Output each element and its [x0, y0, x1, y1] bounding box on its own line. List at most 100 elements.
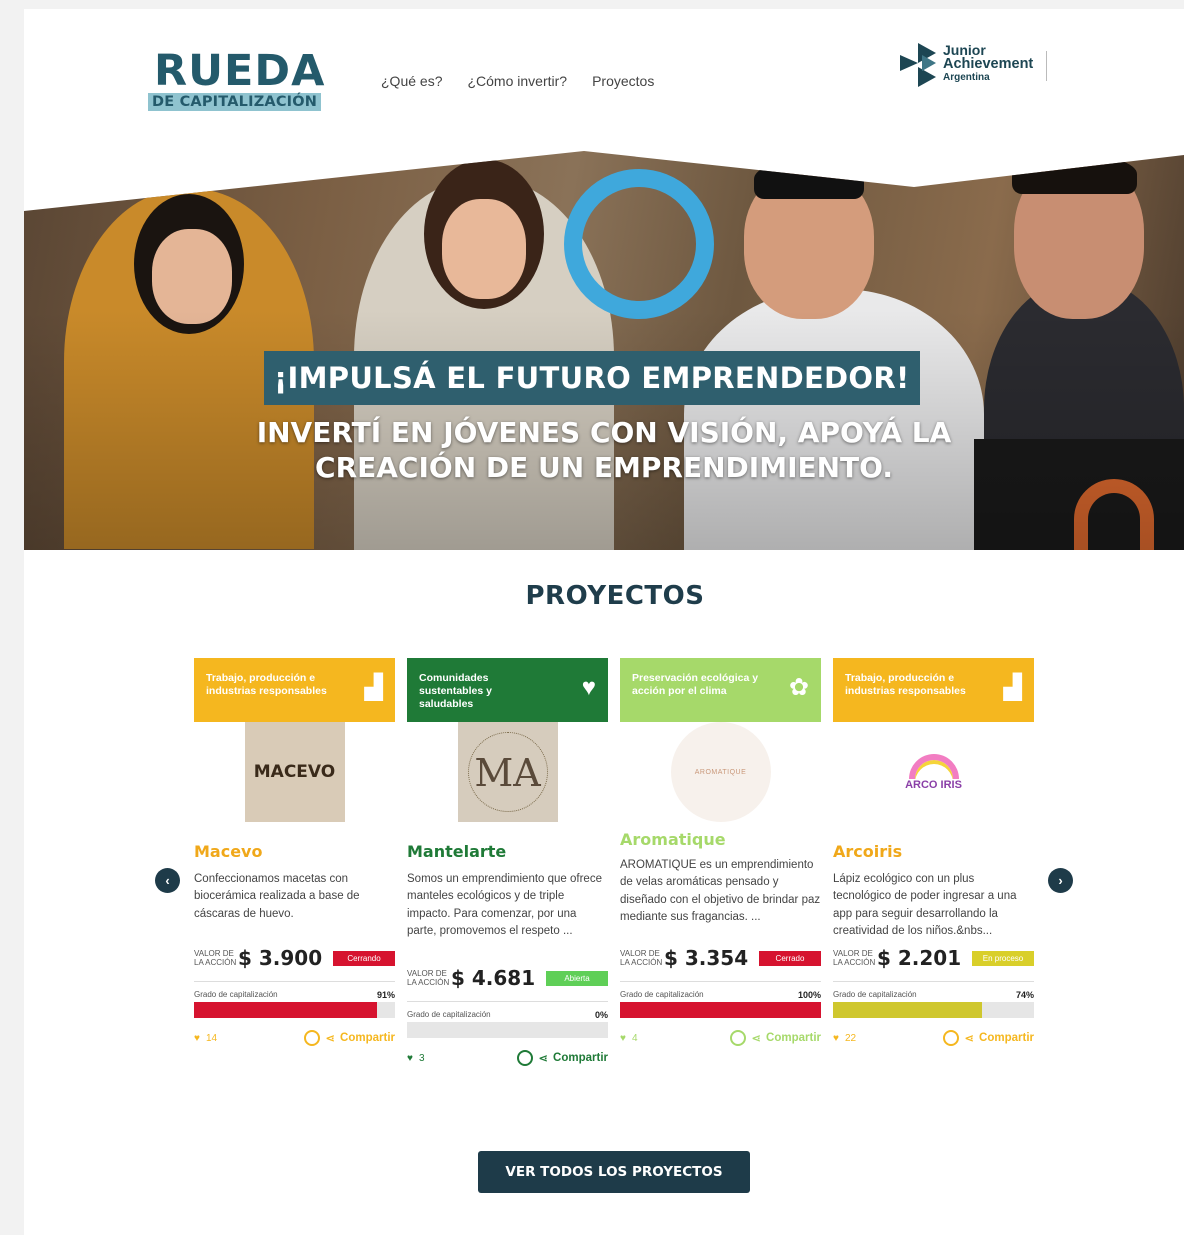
- status-badge: Abierta: [546, 970, 608, 986]
- value-label: VALOR DE LA ACCIÓN: [833, 949, 876, 967]
- whatsapp-icon: [517, 1050, 534, 1066]
- share-button[interactable]: ⋖ Compartir: [517, 1050, 608, 1066]
- plant-hand-icon: ✿: [788, 674, 809, 701]
- share-label: Compartir: [766, 1032, 821, 1044]
- project-card-macevo[interactable]: Trabajo, producción e industrias respons…: [194, 658, 395, 1046]
- site-logo[interactable]: RUEDA DE CAPITALIZACIÓN: [148, 49, 334, 111]
- project-logo[interactable]: ARCO IRIS: [884, 722, 984, 822]
- share-label: Compartir: [553, 1052, 608, 1064]
- nav-que-es[interactable]: ¿Qué es?: [381, 73, 442, 89]
- hero-tagline: ¡IMPULSÁ EL FUTURO EMPRENDEDOR!: [264, 351, 920, 405]
- bar-chart-icon: ▟: [364, 674, 383, 701]
- logo-text: MACEVO: [253, 762, 336, 782]
- project-card-aromatique[interactable]: Preservación ecológica y acción por el c…: [620, 658, 821, 1046]
- project-logo[interactable]: MA: [457, 722, 558, 822]
- category-label: Trabajo, producción e industrias respons…: [845, 672, 966, 697]
- capitalization-percent: 74%: [1015, 990, 1034, 1000]
- share-icon: ⋖: [538, 1053, 549, 1065]
- carousel-next-button[interactable]: ›: [1048, 868, 1073, 893]
- rainbow-icon: [908, 753, 959, 779]
- like-button[interactable]: ♥ 22: [833, 1033, 856, 1044]
- like-count: 14: [205, 1032, 218, 1044]
- capitalization-bar: [407, 1022, 608, 1038]
- project-name[interactable]: Macevo: [194, 842, 395, 861]
- share-price: $ 4.681: [451, 966, 536, 990]
- carousel-prev-button[interactable]: ‹: [155, 868, 180, 893]
- project-name[interactable]: Arcoiris: [833, 842, 1034, 861]
- chevron-right-icon: ›: [1058, 873, 1063, 888]
- project-card-mantelarte[interactable]: Comunidades sustentables y saludables ♥ …: [407, 658, 608, 1066]
- category-label: Comunidades sustentables y saludables: [419, 672, 492, 710]
- logo-text: ARCO IRIS: [905, 778, 962, 791]
- project-category: Preservación ecológica y acción por el c…: [620, 658, 821, 722]
- share-button[interactable]: ⋖ Compartir: [304, 1030, 395, 1046]
- project-name[interactable]: Mantelarte: [407, 842, 608, 861]
- share-label: Compartir: [979, 1032, 1034, 1044]
- project-category: Trabajo, producción e industrias respons…: [194, 658, 395, 722]
- status-badge: Cerrando: [333, 950, 395, 966]
- category-label: Trabajo, producción e industrias respons…: [206, 672, 327, 697]
- junior-achievement-logo[interactable]: Junior Achievement Argentina: [896, 41, 1096, 91]
- project-description: Confeccionamos macetas con biocerámica r…: [194, 873, 360, 920]
- heart-icon: ♥: [833, 1032, 839, 1044]
- ja-line2: Achievement: [943, 56, 1034, 72]
- section-title: PROYECTOS: [525, 581, 705, 611]
- capitalization-label: Grado de capitalización: [407, 1010, 491, 1019]
- capitalization-percent: 0%: [594, 1010, 608, 1020]
- ja-line3: Argentina: [943, 72, 990, 83]
- capitalization-bar: [620, 1002, 821, 1018]
- whatsapp-icon: [304, 1030, 321, 1046]
- capitalization-label: Grado de capitalización: [833, 990, 917, 999]
- like-button[interactable]: ♥ 4: [620, 1033, 638, 1044]
- logo-title: RUEDA: [154, 46, 326, 96]
- project-logo[interactable]: AROMATIQUE: [670, 722, 771, 822]
- category-label: Preservación ecológica y acción por el c…: [632, 672, 759, 697]
- heart-icon: ♥: [407, 1052, 413, 1064]
- share-button[interactable]: ⋖ Compartir: [730, 1030, 821, 1046]
- project-logo[interactable]: MACEVO: [244, 722, 345, 822]
- bar-chart-icon: ▟: [1003, 674, 1022, 701]
- whatsapp-icon: [730, 1030, 747, 1046]
- project-description: AROMATIQUE es un emprendimiento de velas…: [620, 859, 821, 923]
- whatsapp-icon: [943, 1030, 960, 1046]
- chevron-left-icon: ‹: [165, 873, 170, 888]
- project-name[interactable]: Aromatique: [620, 830, 821, 849]
- value-label: VALOR DE LA ACCIÓN: [194, 949, 237, 967]
- hand-heart-icon: ♥: [581, 674, 596, 701]
- hero-photo: [24, 151, 1184, 550]
- logo-subtitle: DE CAPITALIZACIÓN: [148, 93, 322, 111]
- capitalization-bar: [833, 1002, 1034, 1018]
- share-button[interactable]: ⋖ Compartir: [943, 1030, 1034, 1046]
- project-category: Comunidades sustentables y saludables ♥: [407, 658, 608, 722]
- like-count: 3: [418, 1052, 425, 1064]
- share-price: $ 2.201: [877, 946, 962, 970]
- project-card-arcoiris[interactable]: Trabajo, producción e industrias respons…: [833, 658, 1034, 1046]
- hero-subtitle: INVERTÍ EN JÓVENES CON VISIÓN, APOYÁ LA …: [256, 416, 952, 484]
- share-icon: ⋖: [325, 1033, 336, 1045]
- project-description: Lápiz ecológico con un plus tecnológico …: [833, 873, 1017, 937]
- logo-text: MA: [467, 732, 548, 812]
- like-button[interactable]: ♥ 14: [194, 1033, 217, 1044]
- ja-emblem-icon: [900, 43, 936, 87]
- capitalization-label: Grado de capitalización: [194, 990, 278, 999]
- capitalization-label: Grado de capitalización: [620, 990, 704, 999]
- like-count: 22: [844, 1032, 857, 1044]
- like-button[interactable]: ♥ 3: [407, 1053, 425, 1064]
- ja-divider: [1046, 51, 1047, 81]
- heart-icon: ♥: [620, 1032, 626, 1044]
- nav-proyectos[interactable]: Proyectos: [592, 73, 654, 89]
- like-count: 4: [631, 1032, 638, 1044]
- project-category: Trabajo, producción e industrias respons…: [833, 658, 1034, 722]
- share-icon: ⋖: [751, 1033, 762, 1045]
- view-all-projects-button[interactable]: VER TODOS LOS PROYECTOS: [478, 1151, 750, 1193]
- share-icon: ⋖: [964, 1033, 975, 1045]
- share-price: $ 3.900: [238, 946, 323, 970]
- capitalization-bar: [194, 1002, 395, 1018]
- ja-line1: Junior: [943, 42, 986, 58]
- value-label: VALOR DE LA ACCIÓN: [620, 949, 663, 967]
- status-badge: En proceso: [972, 950, 1034, 966]
- capitalization-percent: 100%: [797, 990, 821, 1000]
- nav-como-invertir[interactable]: ¿Cómo invertir?: [467, 73, 567, 89]
- page: RUEDA DE CAPITALIZACIÓN ¿Qué es? ¿Cómo i…: [24, 9, 1184, 1235]
- share-price: $ 3.354: [664, 946, 749, 970]
